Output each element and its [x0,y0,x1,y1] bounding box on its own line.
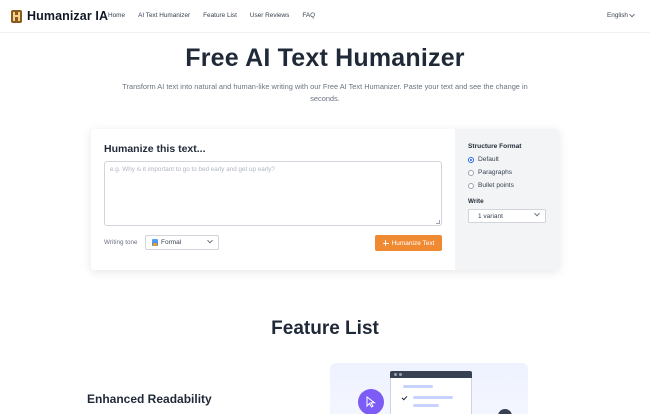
humanize-text-button-label: Humanize Text [391,239,435,247]
structure-option-paragraphs[interactable]: Paragraphs [468,169,512,176]
language-label: English [607,12,628,19]
structure-option-default[interactable]: Default [468,156,499,163]
writing-tone-value: Formal [161,239,182,246]
writing-tone-select[interactable]: Formal [145,235,219,250]
nav-link-faq[interactable]: FAQ [302,12,315,19]
sparkle-icon [382,240,389,246]
chevron-down-icon [629,11,635,17]
chevron-down-icon [534,210,540,217]
language-selector[interactable]: English [607,11,635,19]
humanizer-main-panel: Humanize this text... Writing tone Forma… [91,129,455,270]
structure-format-title: Structure Format [468,143,522,150]
logo-icon [11,9,22,23]
feature-illustration [330,363,528,414]
nav-link-ai-text-humanizer[interactable]: AI Text Humanizer [138,12,190,19]
structure-option-label: Paragraphs [478,169,513,176]
variant-value: 1 variant [478,212,503,220]
nav-links: Home AI Text Humanizer Feature List User… [108,12,328,19]
options-panel: Structure Format Default Paragraphs Bull… [455,129,559,270]
logo-text: Humanizar IA [27,9,109,23]
illustration-window [390,371,472,414]
structure-option-label: Bullet points [478,182,514,189]
logo[interactable]: Humanizar IA [11,9,108,23]
cursor-icon [358,389,384,414]
check-icon [401,394,408,401]
nav-link-user-reviews[interactable]: User Reviews [250,12,289,19]
top-nav: Humanizar IA Home AI Text Humanizer Feat… [0,0,650,33]
structure-option-bullet-points[interactable]: Bullet points [468,182,514,189]
resize-handle-icon[interactable] [436,220,440,224]
humanizer-title: Humanize this text... [104,143,206,155]
feature-list-title: Feature List [271,318,379,339]
radio-selected[interactable] [468,156,474,163]
nav-link-home[interactable]: Home [108,12,125,19]
decorative-dot [498,409,512,414]
writing-tone-label: Writing tone [104,239,138,246]
text-input[interactable] [104,161,442,226]
humanize-text-button[interactable]: Humanize Text [375,235,442,251]
tone-icon [152,239,158,246]
structure-option-label: Default [478,156,499,163]
page-subtitle: Transform AI text into natural and human… [122,82,528,103]
chevron-down-icon [207,237,213,244]
variant-select[interactable]: 1 variant [468,209,546,223]
nav-link-feature-list[interactable]: Feature List [203,12,237,19]
humanizer-card: Humanize this text... Writing tone Forma… [91,129,559,270]
window-titlebar [390,371,472,378]
write-label: Write [468,198,484,205]
page-title: Free AI Text Humanizer [185,44,465,72]
radio-unselected[interactable] [468,169,474,176]
feature-heading: Enhanced Readability [87,392,212,406]
radio-unselected[interactable] [468,182,474,189]
